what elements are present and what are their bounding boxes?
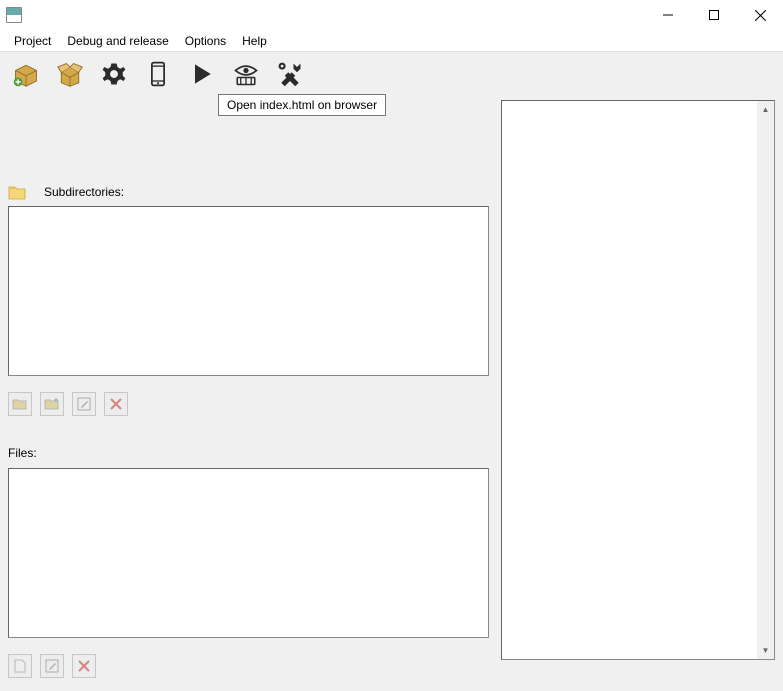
file-new-button[interactable] <box>8 654 32 678</box>
edit-icon <box>76 396 92 412</box>
subdirectories-header: Subdirectories: <box>4 180 493 206</box>
subdirectory-buttons <box>4 390 493 418</box>
output-box[interactable]: ▲ ▼ <box>501 100 775 660</box>
new-project-button[interactable] <box>8 56 44 92</box>
box-closed-add-icon <box>12 60 40 88</box>
run-button[interactable] <box>184 56 220 92</box>
folder-new-icon <box>44 396 60 412</box>
play-icon <box>188 60 216 88</box>
gear-icon <box>100 60 128 88</box>
file-new-icon <box>12 658 28 674</box>
scrollbar[interactable]: ▲ ▼ <box>757 101 774 659</box>
close-icon <box>755 10 766 21</box>
menu-debug-release[interactable]: Debug and release <box>59 32 176 50</box>
file-buttons <box>4 652 493 680</box>
delete-icon <box>76 658 92 674</box>
folder-open-icon <box>12 396 28 412</box>
minimize-button[interactable] <box>645 0 691 30</box>
body-area: Subdirectories: Files: <box>0 96 783 691</box>
maximize-icon <box>709 10 719 20</box>
subdir-new-button[interactable] <box>40 392 64 416</box>
edit-icon <box>44 658 60 674</box>
menu-options[interactable]: Options <box>177 32 234 50</box>
app-icon <box>6 7 22 23</box>
files-list[interactable] <box>8 468 489 638</box>
close-button[interactable] <box>737 0 783 30</box>
menu-help[interactable]: Help <box>234 32 275 50</box>
wrench-screwdriver-icon <box>276 60 304 88</box>
subdirectories-label: Subdirectories: <box>44 185 124 199</box>
right-panel: ▲ ▼ <box>497 96 783 691</box>
maximize-button[interactable] <box>691 0 737 30</box>
file-delete-button[interactable] <box>72 654 96 678</box>
delete-icon <box>108 396 124 412</box>
file-edit-button[interactable] <box>40 654 64 678</box>
folder-icon <box>8 184 26 200</box>
scroll-down-icon[interactable]: ▼ <box>757 642 774 659</box>
titlebar <box>0 0 783 30</box>
device-button[interactable] <box>140 56 176 92</box>
tooltip-open-browser: Open index.html on browser <box>218 94 386 116</box>
subdirectories-list[interactable] <box>8 206 489 376</box>
open-project-button[interactable] <box>52 56 88 92</box>
eye-preview-icon <box>232 60 260 88</box>
tools-button[interactable] <box>272 56 308 92</box>
menubar: Project Debug and release Options Help <box>0 30 783 52</box>
minimize-icon <box>663 10 673 20</box>
phone-icon <box>144 60 172 88</box>
menu-project[interactable]: Project <box>6 32 59 50</box>
files-label: Files: <box>4 444 493 468</box>
subdir-edit-button[interactable] <box>72 392 96 416</box>
scroll-up-icon[interactable]: ▲ <box>757 101 774 118</box>
toolbar: Open index.html on browser <box>0 52 783 96</box>
subdir-delete-button[interactable] <box>104 392 128 416</box>
settings-button[interactable] <box>96 56 132 92</box>
window-controls <box>645 0 783 30</box>
box-open-icon <box>56 60 84 88</box>
left-panel: Subdirectories: Files: <box>0 96 497 691</box>
open-browser-button[interactable] <box>228 56 264 92</box>
subdir-open-button[interactable] <box>8 392 32 416</box>
